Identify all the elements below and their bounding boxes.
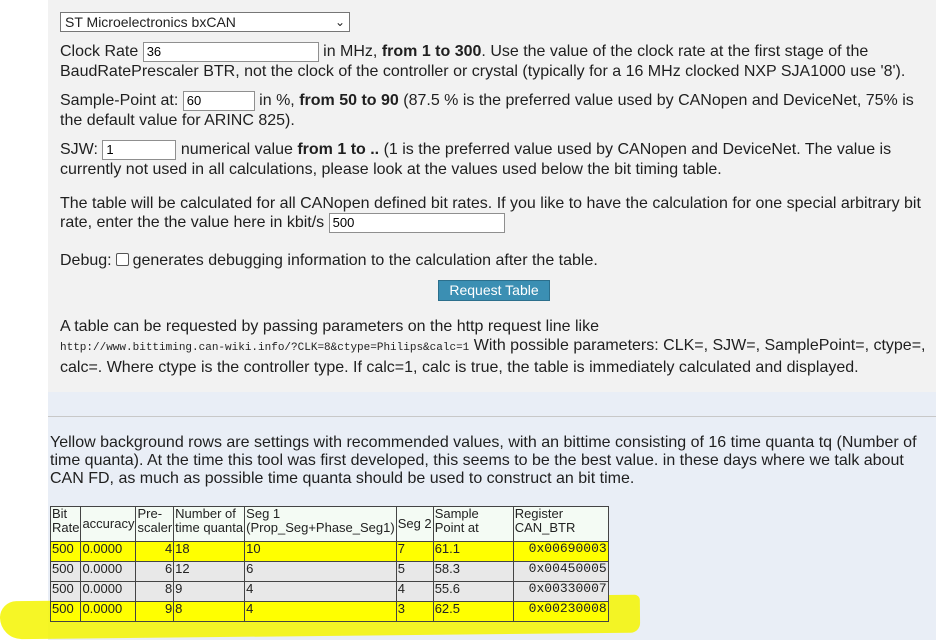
- debug-help: generates debugging information to the c…: [132, 252, 598, 269]
- results-intro: Yellow background rows are settings with…: [50, 434, 917, 487]
- cell-bitrate: 500: [49, 601, 82, 622]
- col-time-quanta: Number of time quanta: [173, 506, 246, 542]
- chevron-down-icon: ⌄: [334, 15, 345, 29]
- cell-tq: 18: [173, 541, 246, 562]
- cell-bitrate: 500: [49, 541, 82, 562]
- sample-point-input[interactable]: 60: [182, 91, 255, 111]
- col-bit-rate: Bit Rate: [49, 506, 82, 542]
- clock-rate-label: Clock Rate: [60, 43, 139, 61]
- cell-prescaler: 6: [135, 561, 175, 582]
- cell-seg1: 4: [244, 581, 397, 602]
- sjw-label: SJW:: [60, 141, 98, 159]
- bitrate-input[interactable]: 500: [328, 213, 505, 233]
- sample-point-label: Sample-Point at:: [60, 92, 179, 110]
- table-row: 500 0.0000 8 9 4 4 55.6 0x00330007: [49, 581, 609, 602]
- table-header-row: Bit Rate accuracy Pre-scaler Number of t…: [49, 506, 609, 542]
- cell-seg1: 6: [244, 561, 397, 582]
- cell-accuracy: 0.0000: [80, 561, 137, 582]
- request-info-url: http://www.bittiming.can-wiki.info/?CLK=…: [60, 342, 470, 354]
- cell-tq: 9: [173, 581, 246, 602]
- sjw-row: SJW: 1 numerical value from 1 to .. (1 i…: [60, 140, 920, 179]
- cell-accuracy: 0.0000: [80, 601, 137, 622]
- sjw-input[interactable]: 1: [102, 140, 177, 160]
- sjw-unit: numerical value: [176, 141, 298, 159]
- controller-select-value: ST Microelectronics bxCAN: [65, 14, 236, 30]
- cell-seg1: 10: [244, 541, 397, 562]
- clock-rate-unit: in MHz,: [318, 43, 382, 61]
- col-sample-point: Sample Point at: [432, 506, 514, 542]
- section-divider: [48, 416, 936, 417]
- col-prescaler: Pre-scaler: [135, 506, 175, 542]
- table-row: 500 0.0000 6 12 6 5 58.3 0x00450005: [49, 561, 609, 582]
- request-info: A table can be requested by passing para…: [60, 317, 926, 377]
- cell-register: 0x00230008: [512, 601, 609, 622]
- clock-rate-row: Clock Rate 36 in MHz, from 1 to 300. Use…: [60, 42, 920, 81]
- cell-register: 0x00690003: [512, 541, 609, 562]
- bit-timing-table: Bit Rate accuracy Pre-scaler Number of t…: [49, 506, 609, 622]
- cell-bitrate: 500: [49, 581, 82, 602]
- request-table-button[interactable]: Request Table: [438, 280, 550, 301]
- cell-bitrate: 500: [49, 561, 82, 582]
- cell-accuracy: 0.0000: [80, 541, 137, 562]
- debug-row: Debug: generates debugging information to…: [60, 251, 920, 270]
- cell-seg2: 7: [395, 541, 434, 562]
- request-info-intro: A table can be requested by passing para…: [60, 318, 600, 335]
- controller-type-select[interactable]: ST Microelectronics bxCAN ⌄: [60, 12, 350, 32]
- cell-accuracy: 0.0000: [80, 581, 137, 602]
- cell-sample-point: 61.1: [432, 541, 514, 562]
- cell-sample-point: 55.6: [432, 581, 514, 602]
- table-row: 500 0.0000 9 8 4 3 62.5 0x00230008: [49, 601, 609, 622]
- cell-seg2: 5: [395, 561, 434, 582]
- cell-seg1: 4: [244, 601, 397, 622]
- cell-seg2: 4: [395, 581, 434, 602]
- sample-point-unit: in %,: [254, 92, 300, 110]
- cell-prescaler: 8: [135, 581, 175, 602]
- col-seg2: Seg 2: [395, 506, 434, 542]
- cell-sample-point: 62.5: [432, 601, 514, 622]
- cell-seg2: 3: [395, 601, 434, 622]
- cell-tq: 12: [173, 561, 246, 582]
- clock-rate-input[interactable]: 36: [142, 42, 319, 62]
- debug-checkbox[interactable]: [115, 253, 129, 267]
- cell-tq: 8: [173, 601, 246, 622]
- cell-prescaler: 4: [135, 541, 175, 562]
- debug-label: Debug:: [60, 252, 112, 269]
- col-accuracy: accuracy: [80, 506, 137, 542]
- col-register: Register CAN_BTR: [512, 506, 609, 542]
- clock-rate-range: from 1 to 300: [381, 43, 482, 61]
- sample-point-range: from 50 to 90: [299, 92, 399, 110]
- bitrate-row: The table will be calculated for all CAN…: [60, 194, 926, 233]
- cell-sample-point: 58.3: [432, 561, 514, 582]
- sample-point-row: Sample-Point at: 60 in %, from 50 to 90 …: [60, 91, 920, 130]
- cell-register: 0x00450005: [512, 561, 609, 582]
- table-row: 500 0.0000 4 18 10 7 61.1 0x00690003: [49, 541, 609, 562]
- cell-register: 0x00330007: [512, 581, 609, 602]
- cell-prescaler: 9: [135, 601, 175, 622]
- left-margin: [0, 0, 48, 640]
- col-seg1: Seg 1 (Prop_Seg+Phase_Seg1): [244, 506, 397, 542]
- sjw-range: from 1 to ..: [297, 141, 380, 159]
